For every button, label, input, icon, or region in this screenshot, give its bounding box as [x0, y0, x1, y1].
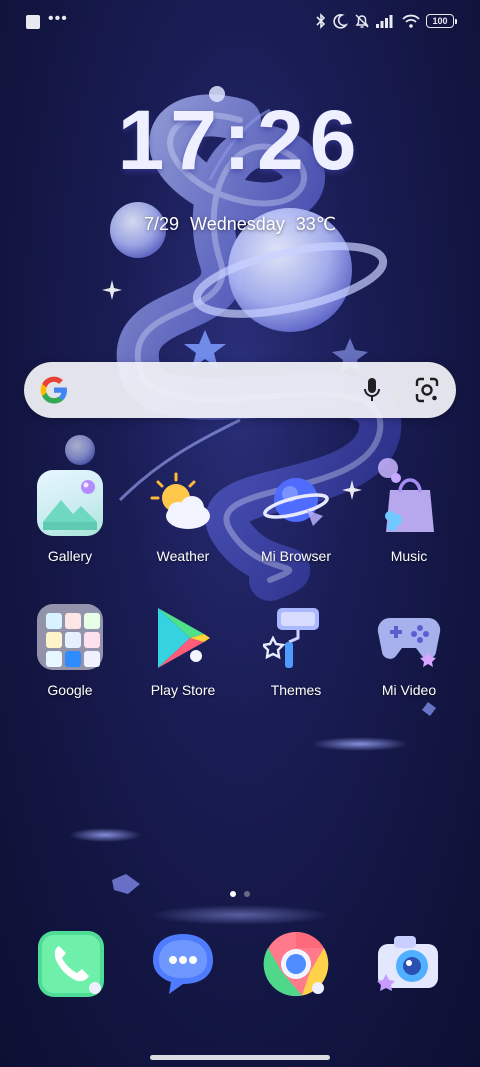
app-label: Mi Video [381, 682, 437, 698]
app-label: Music [390, 548, 428, 564]
app-weather[interactable]: Weather [127, 470, 239, 564]
clock-time[interactable]: 17:26 [0, 92, 480, 189]
camera-icon [377, 936, 438, 991]
clock-temperature: 33℃ [295, 214, 337, 234]
themes-icon [260, 604, 329, 670]
chrome-icon [263, 931, 329, 997]
dock-chrome[interactable] [262, 930, 330, 998]
weather-icon [150, 470, 216, 536]
mic-icon[interactable] [362, 376, 382, 404]
messages-icon [153, 934, 213, 994]
wifi-icon [402, 14, 420, 28]
app-label: Play Store [150, 682, 216, 698]
app-google-folder[interactable]: Google [14, 604, 126, 698]
lens-icon[interactable] [414, 376, 440, 404]
notification-square-icon [26, 15, 40, 29]
app-play-store[interactable]: Play Store [127, 604, 239, 698]
video-icon [376, 604, 442, 670]
app-music[interactable]: Music [353, 470, 465, 564]
google-folder-icon [37, 604, 103, 670]
mute-bell-icon [355, 14, 369, 28]
dock-camera[interactable] [374, 930, 442, 998]
clock-date: 7/29 [143, 214, 180, 234]
app-label: Google [47, 682, 93, 698]
page-dot-1[interactable] [230, 891, 236, 897]
browser-icon [263, 470, 329, 536]
bluetooth-icon [316, 13, 326, 29]
app-mi-video[interactable]: Mi Video [353, 604, 465, 698]
play-store-icon [150, 604, 216, 670]
google-search-bar[interactable] [24, 362, 456, 418]
dock-phone[interactable] [37, 930, 105, 998]
clock-weekday: Wednesday [190, 214, 285, 234]
phone-icon [38, 931, 104, 997]
app-label: Mi Browser [260, 548, 331, 564]
home-gesture-bar[interactable] [150, 1055, 330, 1060]
clock-date-line[interactable]: 7/29 Wednesday 33℃ [0, 214, 480, 235]
battery-icon: 100 [426, 14, 457, 28]
dnd-moon-icon [333, 14, 348, 29]
music-icon [376, 470, 442, 536]
gallery-icon [37, 470, 103, 536]
app-themes[interactable]: Themes [240, 604, 352, 698]
app-label: Gallery [47, 548, 93, 564]
battery-level: 100 [432, 16, 448, 26]
app-label: Weather [156, 548, 210, 564]
dock-messages[interactable] [149, 930, 217, 998]
app-gallery[interactable]: Gallery [14, 470, 126, 564]
google-logo [40, 376, 67, 404]
page-dot-2[interactable] [244, 891, 250, 897]
app-label: Themes [270, 682, 322, 698]
more-dots-icon: ••• [48, 10, 68, 27]
signal-icon [376, 15, 393, 28]
status-bar: ••• 100 [0, 0, 480, 46]
page-indicator[interactable] [0, 891, 480, 897]
app-mi-browser[interactable]: Mi Browser [240, 470, 352, 564]
